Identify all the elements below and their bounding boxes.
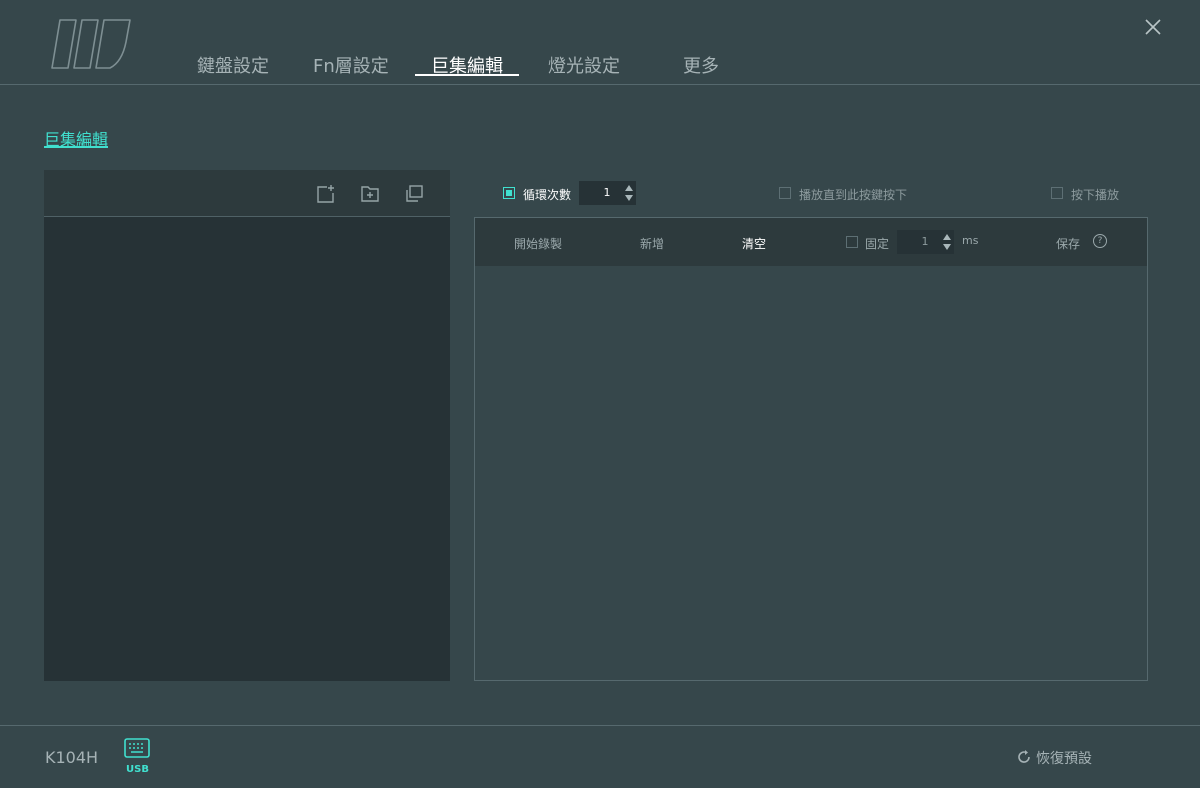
macro-list-divider (44, 216, 450, 217)
fixed-delay-label: 固定 (865, 237, 890, 251)
header-divider (0, 84, 1200, 85)
macro-list-toolbar (44, 170, 450, 216)
stepper-arrows-icon[interactable] (942, 232, 952, 252)
stepper-arrows-icon[interactable] (624, 183, 634, 203)
fixed-delay-stepper[interactable]: 1 (897, 230, 954, 254)
new-macro-icon[interactable] (316, 184, 336, 204)
macro-editor-toolbar: 開始錄製 新增 清空 固定 1 ms 保存 ? (475, 218, 1147, 266)
start-record-button[interactable]: 開始錄製 (514, 235, 562, 252)
device-model: K104H (45, 748, 99, 767)
tab-lighting-settings[interactable]: 燈光設定 (548, 52, 620, 78)
connection-label: USB (126, 764, 149, 775)
press-play-label: 按下播放 (1071, 188, 1120, 202)
keyboard-icon (124, 738, 150, 760)
footer-divider (0, 725, 1200, 726)
delay-unit-label: ms (962, 234, 979, 247)
logo-icon (51, 19, 131, 69)
save-button[interactable]: 保存 (1056, 235, 1080, 252)
section-title-underline (44, 146, 108, 148)
add-button[interactable]: 新增 (640, 235, 664, 252)
play-until-pressed-label: 播放直到此按鍵按下 (799, 188, 908, 202)
copy-icon[interactable] (404, 184, 424, 204)
tab-keyboard-settings[interactable]: 鍵盤設定 (197, 52, 269, 78)
close-icon[interactable] (1140, 14, 1166, 40)
press-play-checkbox[interactable] (1051, 187, 1063, 199)
loop-count-stepper[interactable]: 1 (579, 181, 636, 205)
refresh-icon (1016, 749, 1032, 765)
clear-button[interactable]: 清空 (742, 235, 766, 252)
tab-more[interactable]: 更多 (683, 52, 719, 78)
brand-logo (48, 18, 134, 72)
reset-default-label: 恢復預設 (1036, 751, 1092, 767)
reset-default-button[interactable]: 恢復預設 (1016, 748, 1092, 768)
active-tab-indicator (415, 74, 519, 76)
loop-count-checkbox[interactable] (503, 187, 515, 199)
macro-list-panel (44, 170, 450, 681)
tab-fn-layer-settings[interactable]: Fn層設定 (313, 52, 389, 78)
loop-count-label: 循環次數 (523, 188, 572, 202)
help-icon[interactable]: ? (1093, 234, 1107, 248)
play-until-pressed-checkbox[interactable] (779, 187, 791, 199)
fixed-delay-checkbox[interactable] (846, 236, 858, 248)
new-folder-icon[interactable] (360, 184, 380, 204)
macro-editor-panel: 開始錄製 新增 清空 固定 1 ms 保存 ? (474, 217, 1148, 681)
